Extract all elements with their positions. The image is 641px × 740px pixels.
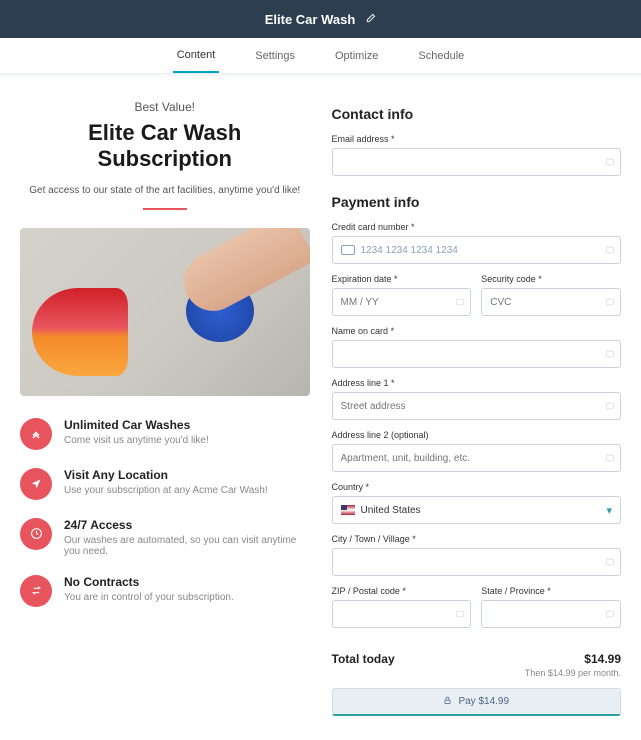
- feature-desc: You are in control of your subscription.: [64, 592, 234, 603]
- accent-divider: [143, 208, 187, 210]
- zip-label: ZIP / Postal code *: [332, 586, 472, 596]
- feature-item: Visit Any Location Use your subscription…: [20, 468, 310, 500]
- autofill-icon: [605, 557, 615, 567]
- editor-tabs: Content Settings Optimize Schedule: [0, 38, 641, 74]
- cvc-field[interactable]: [481, 288, 621, 316]
- edit-icon[interactable]: [365, 12, 376, 27]
- lock-icon: [443, 696, 452, 708]
- editor-topbar: Elite Car Wash: [0, 0, 641, 38]
- payment-heading: Payment info: [332, 194, 622, 210]
- autofill-icon: [605, 157, 615, 167]
- total-amount: $14.99: [584, 652, 621, 666]
- city-field[interactable]: [332, 548, 622, 576]
- chevrons-up-icon: [20, 418, 52, 450]
- state-label: State / Province *: [481, 586, 621, 596]
- country-label: Country *: [332, 482, 622, 492]
- tab-schedule[interactable]: Schedule: [414, 40, 468, 72]
- product-title: Elite Car Wash Subscription: [20, 120, 310, 173]
- feature-title: 24/7 Access: [64, 518, 310, 532]
- autofill-icon: [605, 349, 615, 359]
- contact-heading: Contact info: [332, 106, 622, 122]
- name-label: Name on card *: [332, 326, 622, 336]
- features-list: Unlimited Car Washes Come visit us anyti…: [20, 418, 310, 607]
- email-field[interactable]: [332, 148, 622, 176]
- feature-item: 24/7 Access Our washes are automated, so…: [20, 518, 310, 557]
- feature-title: No Contracts: [64, 575, 234, 589]
- autofill-icon: [455, 297, 465, 307]
- email-field-wrap: Email address *: [332, 134, 622, 176]
- addr2-field[interactable]: [332, 444, 622, 472]
- card-icon: [341, 245, 355, 255]
- total-row: Total today $14.99: [332, 652, 622, 666]
- name-field[interactable]: [332, 340, 622, 368]
- feature-title: Visit Any Location: [64, 468, 268, 482]
- recurring-note: Then $14.99 per month.: [332, 668, 622, 678]
- pay-button[interactable]: Pay $14.99: [332, 688, 622, 716]
- feature-desc: Our washes are automated, so you can vis…: [64, 535, 310, 557]
- subtitle-text: Get access to our state of the art facil…: [20, 185, 310, 196]
- clock-icon: [20, 518, 52, 550]
- total-label: Total today: [332, 652, 395, 666]
- left-column: Best Value! Elite Car Wash Subscription …: [20, 100, 310, 716]
- checkout-form: Contact info Email address * Payment inf…: [332, 100, 622, 716]
- feature-title: Unlimited Car Washes: [64, 418, 209, 432]
- tab-content[interactable]: Content: [173, 39, 220, 73]
- swap-icon: [20, 575, 52, 607]
- city-label: City / Town / Village *: [332, 534, 622, 544]
- autofill-icon: [605, 401, 615, 411]
- cc-field[interactable]: 1234 1234 1234 1234: [332, 236, 622, 264]
- page-canvas: Best Value! Elite Car Wash Subscription …: [0, 76, 641, 740]
- chevron-down-icon: ▾: [606, 504, 612, 517]
- flag-icon: [341, 505, 355, 515]
- feature-desc: Come visit us anytime you'd like!: [64, 435, 209, 446]
- car-taillight-graphic: [32, 288, 128, 376]
- exp-field[interactable]: [332, 288, 472, 316]
- eyebrow-text: Best Value!: [20, 100, 310, 114]
- hero-image: [20, 228, 310, 396]
- autofill-icon: [605, 453, 615, 463]
- autofill-icon: [605, 609, 615, 619]
- tab-optimize[interactable]: Optimize: [331, 40, 382, 72]
- email-label: Email address *: [332, 134, 622, 144]
- addr1-label: Address line 1 *: [332, 378, 622, 388]
- arrow-icon: [20, 468, 52, 500]
- cvc-label: Security code *: [481, 274, 621, 284]
- autofill-icon: [605, 297, 615, 307]
- autofill-icon: [605, 245, 615, 255]
- autofill-icon: [455, 609, 465, 619]
- addr2-label: Address line 2 (optional): [332, 430, 622, 440]
- page-title: Elite Car Wash: [265, 12, 356, 27]
- cc-label: Credit card number *: [332, 222, 622, 232]
- feature-desc: Use your subscription at any Acme Car Wa…: [64, 485, 268, 496]
- country-select[interactable]: United States ▾: [332, 496, 622, 524]
- addr1-field[interactable]: [332, 392, 622, 420]
- zip-field[interactable]: [332, 600, 472, 628]
- feature-item: No Contracts You are in control of your …: [20, 575, 310, 607]
- state-field[interactable]: [481, 600, 621, 628]
- tab-settings[interactable]: Settings: [251, 40, 299, 72]
- feature-item: Unlimited Car Washes Come visit us anyti…: [20, 418, 310, 450]
- exp-label: Expiration date *: [332, 274, 472, 284]
